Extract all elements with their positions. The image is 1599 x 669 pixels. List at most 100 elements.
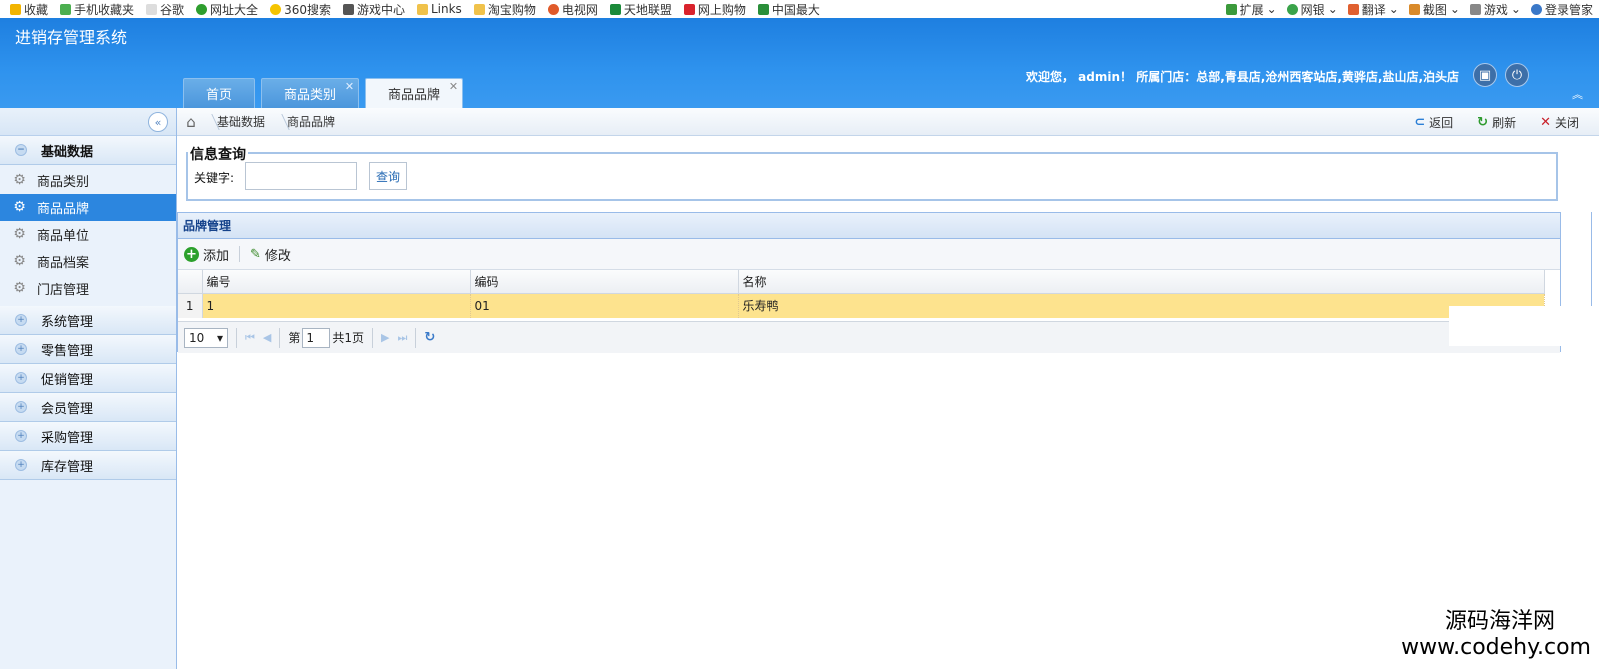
bookmark-item[interactable]: 游戏中心 <box>342 1 405 18</box>
close-icon[interactable]: ✕ <box>345 80 354 93</box>
plus-circle-icon: + <box>15 314 27 326</box>
extension-item[interactable]: 扩展 ⌄ <box>1225 1 1277 18</box>
toolbar-divider <box>239 246 241 262</box>
bookmark-item[interactable]: 收藏 <box>10 1 48 18</box>
table-header-row: 编号 编码 名称 <box>178 270 1545 294</box>
pager-divider <box>236 327 237 348</box>
game-icon <box>1469 3 1481 15</box>
app-title: 进销存管理系统 <box>15 28 128 47</box>
minus-circle-icon: − <box>15 144 27 156</box>
power-icon[interactable]: ⏻ <box>1505 63 1529 87</box>
bookmark-item[interactable]: 谷歌 <box>146 1 184 18</box>
bookmark-item[interactable]: 天地联盟 <box>609 1 672 18</box>
bookmark-item[interactable]: Links <box>416 2 462 16</box>
keyword-label: 关键字: <box>194 171 235 185</box>
bookmark-item[interactable]: 360搜索 <box>270 1 331 18</box>
next-page-icon[interactable]: ▶ <box>381 331 389 344</box>
prev-page-icon[interactable]: ◀ <box>263 331 271 344</box>
page-actions: ⊂ 返回 ↻ 刷新 ✕ 关闭 <box>1414 108 1579 136</box>
column-header-code[interactable]: 编码 <box>470 270 739 294</box>
sidebar-group-purchase[interactable]: + 采购管理 <box>0 422 176 451</box>
brand-table: 编号 编码 名称 1 1 01 乐寿鸭 <box>178 270 1545 318</box>
watermark-line-2: www.codehy.com <box>1401 635 1591 660</box>
cell-code[interactable]: 01 <box>470 293 739 318</box>
sidebar-group-basic-data[interactable]: − 基础数据 <box>0 136 176 165</box>
bookmark-item[interactable]: 网址大全 <box>196 1 258 18</box>
cell-name[interactable]: 乐寿鸭 <box>738 293 1545 318</box>
home-icon[interactable]: ⌂ <box>177 108 205 136</box>
sidebar-toggle-bar: « <box>0 108 176 136</box>
close-icon[interactable]: ✕ <box>449 80 458 93</box>
reload-icon[interactable]: ↻ <box>424 330 435 345</box>
pager-divider <box>279 327 281 348</box>
bookmark-item[interactable]: 淘宝购物 <box>473 1 536 18</box>
column-header-name[interactable]: 名称 <box>738 270 1545 294</box>
collapse-header-icon[interactable]: ︽ <box>1572 86 1583 102</box>
keyword-input[interactable] <box>245 162 357 190</box>
grid-toolbar: + 添加 ✎ 修改 <box>178 239 1560 270</box>
query-fieldset: 信息查询 关键字: 查询 <box>186 144 1558 201</box>
sidebar-group-member[interactable]: + 会员管理 <box>0 393 176 422</box>
breadcrumb-item[interactable]: 基础数据 <box>205 108 275 136</box>
china-icon <box>757 3 769 15</box>
extension-item[interactable]: 登录管家 <box>1530 1 1593 18</box>
sidebar: « − 基础数据 ⚙ 商品类别 ⚙ 商品品牌 ⚙ 商品单位 ⚙ 商品档案 ⚙ 门店管理 +… <box>0 108 177 669</box>
welcome-text: 欢迎您， admin！ 所属门店：总部,青县店,沧州西客站店,黄骅店,盐山店,泊… <box>1026 70 1459 84</box>
edit-button[interactable]: ✎ 修改 <box>250 245 291 264</box>
query-legend: 信息查询 <box>188 144 248 164</box>
page-size-select[interactable]: 10 ▾ <box>184 327 228 348</box>
tab-home[interactable]: 首页 <box>183 78 256 108</box>
phone-icon <box>60 3 72 15</box>
extension-item[interactable]: 网银 ⌄ <box>1286 1 1338 18</box>
collapse-sidebar-icon[interactable]: « <box>148 112 168 132</box>
plus-circle-icon: + <box>15 459 27 471</box>
sidebar-item-product-brand[interactable]: ⚙ 商品品牌 <box>0 194 176 221</box>
sidebar-group-inventory[interactable]: + 库存管理 <box>0 451 176 480</box>
plus-circle-icon: + <box>15 372 27 384</box>
bookmark-item[interactable]: 中国最大 <box>757 1 820 18</box>
panel-right-edge <box>1591 212 1599 316</box>
bookmark-item[interactable]: 网上购物 <box>683 1 746 18</box>
cell-id[interactable]: 1 <box>202 293 471 318</box>
search-360-icon <box>270 3 282 15</box>
gamepad-icon <box>342 3 354 15</box>
sidebar-item-product-category[interactable]: ⚙ 商品类别 <box>0 167 176 194</box>
column-header-id[interactable]: 编号 <box>202 270 471 294</box>
first-page-icon[interactable]: ⏮ <box>245 331 255 345</box>
bookmarks-bar: 收藏 手机收藏夹 谷歌 网址大全 360搜索 游戏中心 Links 淘宝购物 电… <box>0 0 1599 18</box>
occluded-area <box>1449 306 1599 346</box>
sidebar-item-product-unit[interactable]: ⚙ 商品单位 <box>0 221 176 248</box>
extension-item[interactable]: 截图 ⌄ <box>1408 1 1460 18</box>
sidebar-group-promotion[interactable]: + 促销管理 <box>0 364 176 393</box>
plus-circle-icon: + <box>15 343 27 355</box>
bank-icon <box>1286 3 1298 15</box>
query-button[interactable]: 查询 <box>369 162 407 190</box>
extension-item[interactable]: 翻译 ⌄ <box>1347 1 1399 18</box>
add-button[interactable]: + 添加 <box>184 245 229 264</box>
extension-item[interactable]: 游戏 ⌄ <box>1469 1 1521 18</box>
clipboard-icon[interactable]: ▣ <box>1473 63 1497 87</box>
tab-product-brand[interactable]: 商品品牌 ✕ <box>365 78 464 108</box>
browser-extensions: 扩展 ⌄ 网银 ⌄ 翻译 ⌄ 截图 ⌄ 游戏 ⌄ 登录管家 <box>1225 0 1593 18</box>
bookmarks-left: 收藏 手机收藏夹 谷歌 网址大全 360搜索 游戏中心 Links 淘宝购物 电… <box>0 1 820 18</box>
bookmark-item[interactable]: 手机收藏夹 <box>60 1 134 18</box>
sidebar-item-store-management[interactable]: ⚙ 门店管理 <box>0 275 176 302</box>
sidebar-group-system[interactable]: + 系统管理 <box>0 306 176 335</box>
sidebar-item-product-archive[interactable]: ⚙ 商品档案 <box>0 248 176 275</box>
refresh-button[interactable]: ↻ 刷新 <box>1477 114 1516 131</box>
page-indicator: 第 1 共1页 <box>288 327 364 348</box>
table-row[interactable]: 1 1 01 乐寿鸭 <box>178 293 1545 318</box>
gear-icon: ⚙ <box>13 280 26 296</box>
back-circle-icon: ⊂ <box>1414 114 1426 130</box>
back-button[interactable]: ⊂ 返回 <box>1414 114 1453 131</box>
last-page-icon[interactable]: ⏭ <box>398 331 408 345</box>
close-page-button[interactable]: ✕ 关闭 <box>1540 114 1579 131</box>
sidebar-group-retail[interactable]: + 零售管理 <box>0 335 176 364</box>
brand-grid-panel: 品牌管理 + 添加 ✎ 修改 编号 编码 名称 1 1 01 乐寿鸭 10 ▾ … <box>177 212 1561 353</box>
breadcrumb-item: 商品品牌 <box>275 108 345 136</box>
tab-product-category[interactable]: 商品类别 ✕ <box>261 78 360 108</box>
tv-icon <box>547 3 559 15</box>
page-number-input[interactable]: 1 <box>302 327 331 348</box>
pager-divider <box>372 327 374 348</box>
bookmark-item[interactable]: 电视网 <box>547 1 598 18</box>
